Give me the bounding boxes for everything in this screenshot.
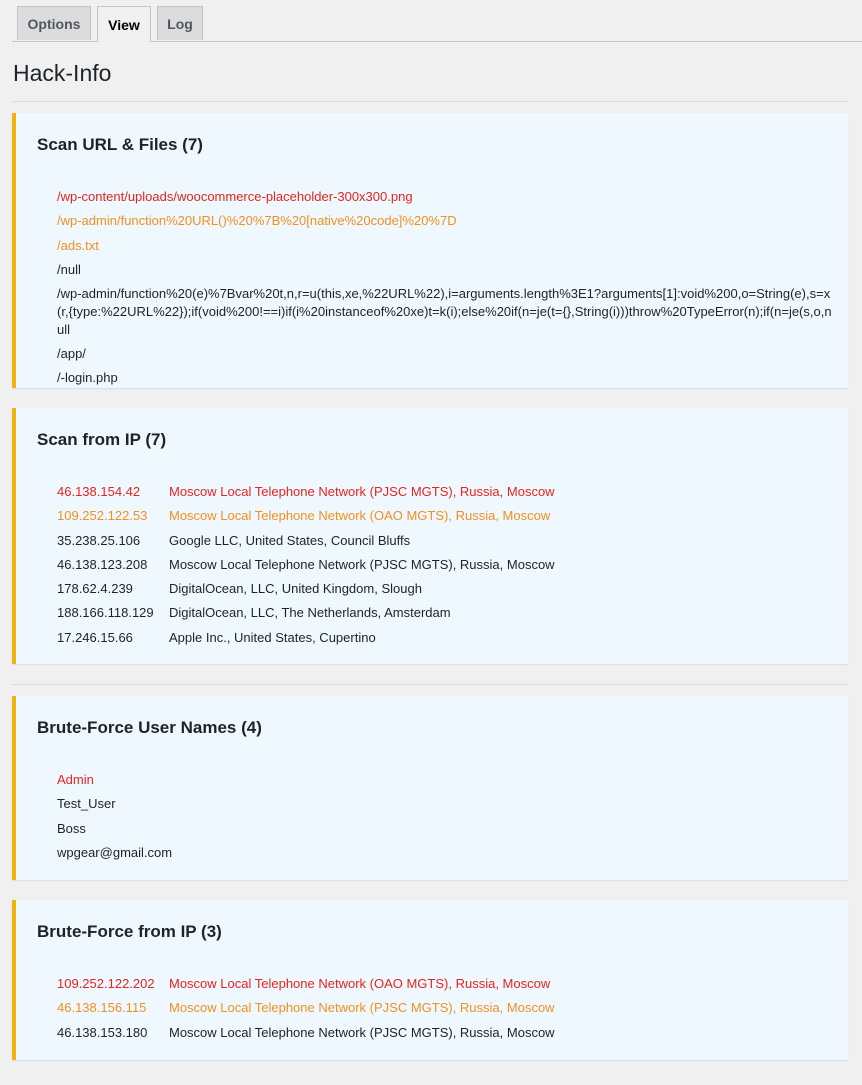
user-row: Boss bbox=[57, 820, 86, 836]
ip-info: Moscow Local Telephone Network (PJSC MGT… bbox=[169, 484, 555, 499]
scan-ip-panel: Scan from IP (7) 46.138.154.42 Moscow Loc… bbox=[12, 408, 848, 664]
ip-row: 46.138.156.115 Moscow Local Telephone Net… bbox=[57, 996, 834, 1020]
file-row: /wp-content/uploads/woocommerce-placehol… bbox=[57, 189, 413, 204]
file-row: /wp-admin/function%20URL()%20%7B%20[nati… bbox=[57, 213, 457, 229]
brute-ip-panel: Brute-Force from IP (3) 109.252.122.202 M… bbox=[12, 900, 848, 1060]
brute-ip-list: 109.252.122.202 Moscow Local Telephone Ne… bbox=[57, 972, 834, 1045]
ip-info: DigitalOcean, LLC, United Kingdom, Sloug… bbox=[169, 581, 422, 597]
scan-files-panel: Scan URL & Files (7) /wp-content/uploads… bbox=[12, 113, 848, 388]
file-row: /null bbox=[57, 261, 81, 277]
section-divider bbox=[12, 684, 848, 685]
ip-row: 17.246.15.66 Apple Inc., United States, C… bbox=[57, 626, 834, 650]
ip-info: Moscow Local Telephone Network (PJSC MGT… bbox=[169, 1024, 555, 1040]
ip-address: 46.138.156.115 bbox=[57, 1000, 147, 1016]
ip-info: Moscow Local Telephone Network (OAO MGTS… bbox=[169, 508, 551, 524]
scan-files-list: /wp-content/uploads/woocommerce-placehol… bbox=[57, 185, 834, 391]
ip-address: 109.252.122.202 bbox=[57, 976, 155, 991]
user-row: Admin bbox=[57, 772, 94, 787]
ip-info: Google LLC, United States, Council Bluff… bbox=[169, 532, 411, 548]
scan-files-heading: Scan URL & Files (7) bbox=[37, 135, 203, 154]
scan-ip-heading: Scan from IP (7) bbox=[37, 430, 167, 449]
ip-address: 17.246.15.66 bbox=[57, 629, 133, 645]
file-row: /-login.php bbox=[57, 370, 118, 386]
ip-info: Apple Inc., United States, Cupertino bbox=[169, 629, 376, 645]
ip-row: 178.62.4.239 DigitalOcean, LLC, United Ki… bbox=[57, 577, 834, 601]
ip-info: Moscow Local Telephone Network (PJSC MGT… bbox=[169, 1000, 555, 1016]
title-divider bbox=[12, 101, 848, 102]
brute-ip-heading: Brute-Force from IP (3) bbox=[37, 922, 222, 941]
ip-address: 46.138.153.180 bbox=[57, 1024, 148, 1040]
tab-options[interactable]: Options bbox=[17, 6, 91, 40]
file-row: /app/ bbox=[57, 346, 86, 362]
tab-view[interactable]: View bbox=[97, 6, 151, 42]
file-row: /wp-admin/function%20(e)%7Bvar%20t,n,r=u… bbox=[57, 286, 832, 338]
ip-address: 188.166.118.129 bbox=[57, 605, 154, 621]
ip-address: 46.138.123.208 bbox=[57, 556, 148, 572]
ip-row: 109.252.122.53 Moscow Local Telephone Net… bbox=[57, 504, 834, 528]
brute-users-heading: Brute-Force User Names (4) bbox=[37, 718, 262, 737]
brute-users-list: Admin Test_User Boss wpgear@gmail.com bbox=[57, 768, 834, 865]
ip-row: 46.138.154.42 Moscow Local Telephone Netw… bbox=[57, 480, 834, 504]
user-row: wpgear@gmail.com bbox=[57, 844, 173, 860]
ip-address: 35.238.25.106 bbox=[57, 532, 141, 548]
ip-address: 46.138.154.42 bbox=[57, 484, 141, 499]
scan-ip-list: 46.138.154.42 Moscow Local Telephone Netw… bbox=[57, 480, 834, 650]
file-row: /ads.txt bbox=[57, 237, 99, 253]
page-title: Hack-Info bbox=[13, 60, 112, 86]
ip-row: 46.138.153.180 Moscow Local Telephone Net… bbox=[57, 1021, 834, 1045]
ip-info: Moscow Local Telephone Network (PJSC MGT… bbox=[169, 556, 555, 572]
tab-log[interactable]: Log bbox=[157, 6, 203, 40]
ip-info: DigitalOcean, LLC, The Netherlands, Amst… bbox=[169, 605, 451, 621]
ip-row: 46.138.123.208 Moscow Local Telephone Net… bbox=[57, 553, 834, 577]
tab-bar: Options View Log bbox=[12, 6, 862, 42]
ip-address: 178.62.4.239 bbox=[57, 581, 133, 597]
ip-info: Moscow Local Telephone Network (OAO MGTS… bbox=[169, 976, 551, 991]
ip-address: 109.252.122.53 bbox=[57, 508, 148, 524]
user-row: Test_User bbox=[57, 796, 116, 812]
ip-row: 35.238.25.106 Google LLC, United States, … bbox=[57, 529, 834, 553]
ip-row: 188.166.118.129 DigitalOcean, LLC, The Ne… bbox=[57, 601, 834, 625]
ip-row: 109.252.122.202 Moscow Local Telephone Ne… bbox=[57, 972, 834, 996]
brute-users-panel: Brute-Force User Names (4) Admin Test_Use… bbox=[12, 696, 848, 880]
